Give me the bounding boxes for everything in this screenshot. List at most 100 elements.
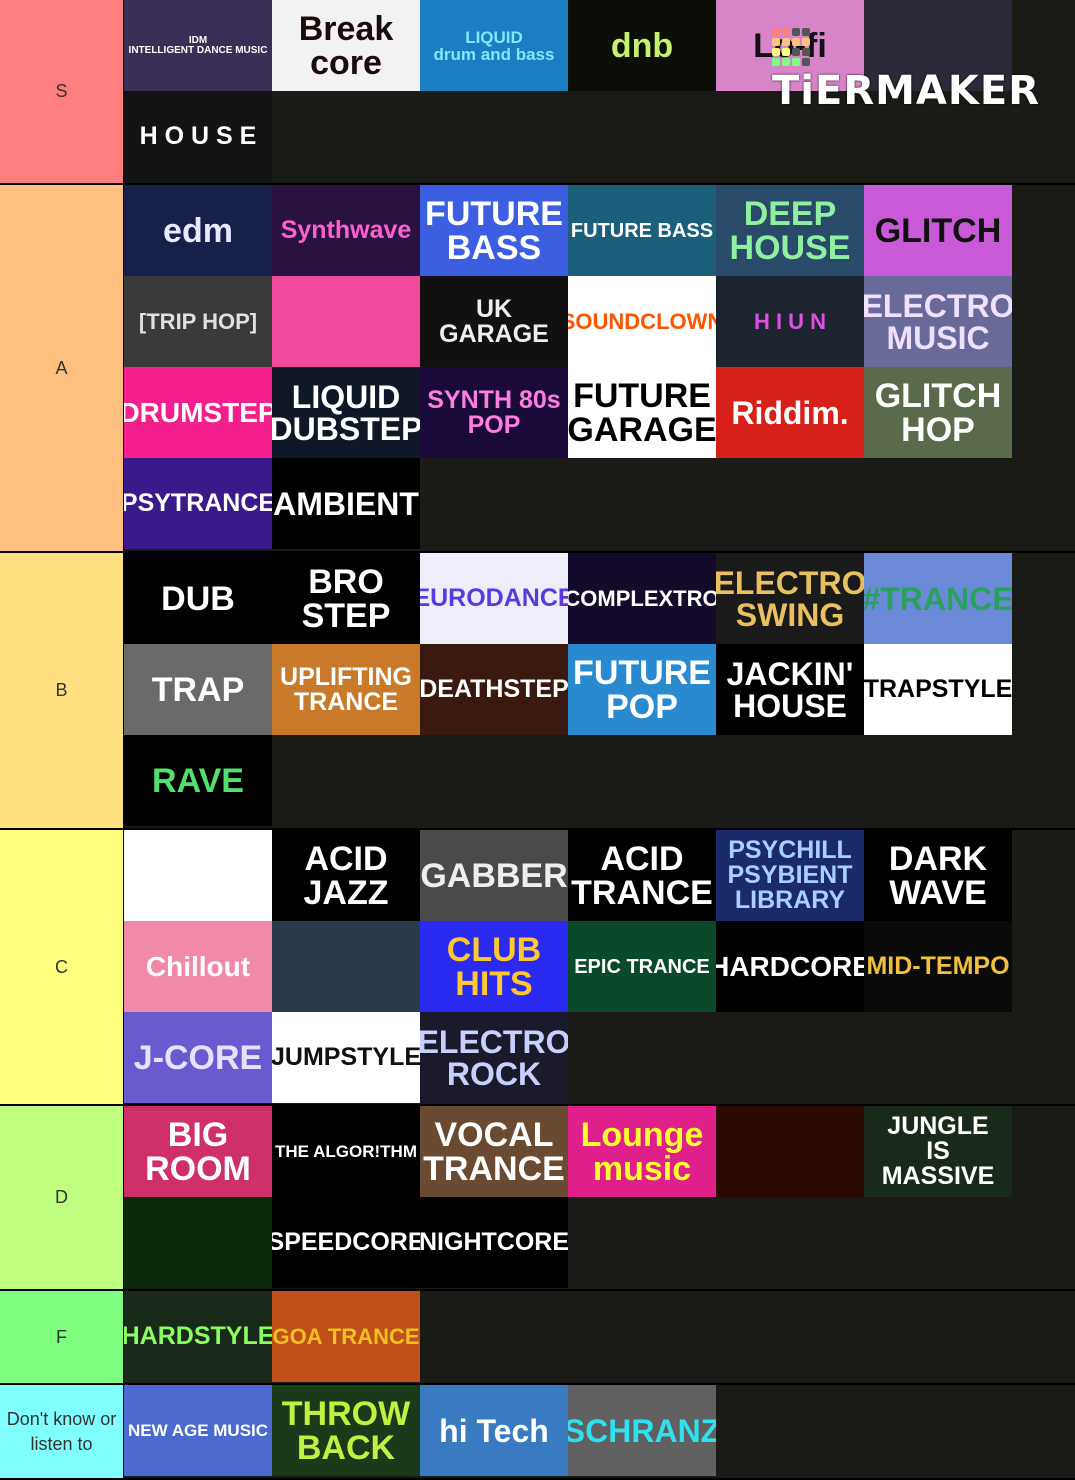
- genre-tile[interactable]: LIQUID DUBSTEP: [272, 367, 420, 458]
- tier-label[interactable]: A: [0, 185, 124, 551]
- genre-tile[interactable]: FUTURE GARAGE: [568, 367, 716, 458]
- genre-tile[interactable]: NEW AGE MUSIC: [124, 1385, 272, 1476]
- genre-tile[interactable]: MID-TEMPO: [864, 921, 1012, 1012]
- genre-tile[interactable]: DARK WAVE: [864, 830, 1012, 921]
- genre-tile[interactable]: TRAP: [124, 644, 272, 735]
- genre-tile[interactable]: AMBIENT: [272, 458, 420, 549]
- genre-tile-text: FUTURE GARAGE: [568, 376, 716, 449]
- genre-tile[interactable]: SOUNDCLOWN: [568, 276, 716, 367]
- genre-tile[interactable]: #TRANCE: [864, 553, 1012, 644]
- genre-tile[interactable]: EURODANCE: [420, 553, 568, 644]
- genre-tile[interactable]: ELECTRO ROCK: [420, 1012, 568, 1103]
- genre-tile[interactable]: [716, 1106, 864, 1197]
- genre-tile-text: LIQUID DUBSTEP: [272, 378, 420, 447]
- genre-tile[interactable]: hi Tech: [420, 1385, 568, 1476]
- genre-tile-text: GABBER: [420, 856, 568, 895]
- genre-tile[interactable]: [TRIP HOP]: [124, 276, 272, 367]
- genre-tile[interactable]: ELECTRO SWING: [716, 553, 864, 644]
- genre-tile[interactable]: [124, 830, 272, 921]
- genre-tile-text: J-CORE: [133, 1038, 263, 1077]
- genre-tile[interactable]: DUB: [124, 553, 272, 644]
- genre-tile[interactable]: ACID TRANCE: [568, 830, 716, 921]
- genre-tile[interactable]: IDM INTELLIGENT DANCE MUSIC: [124, 0, 272, 91]
- genre-tile[interactable]: ACID JAZZ: [272, 830, 420, 921]
- genre-tile[interactable]: [124, 1197, 272, 1288]
- genre-tile-text: IDM INTELLIGENT DANCE MUSIC: [128, 34, 268, 56]
- genre-tile[interactable]: SYNTH 80s POP: [420, 367, 568, 458]
- genre-tile-text: PSYTRANCE: [124, 489, 272, 517]
- tier-items: edm Synthwave FUTURE BASS FUTURE BASS DEEP H…: [124, 185, 1014, 551]
- genre-tile-text: BRO STEP: [301, 562, 391, 635]
- genre-tile[interactable]: Lounge music: [568, 1106, 716, 1197]
- genre-tile[interactable]: FUTURE BASS: [568, 185, 716, 276]
- genre-tile[interactable]: GLITCH: [864, 185, 1012, 276]
- genre-tile[interactable]: ELECTRO MUSIC: [864, 276, 1012, 367]
- genre-tile-text: SPEEDCORE: [272, 1228, 420, 1256]
- genre-tile[interactable]: RAVE: [124, 735, 272, 826]
- genre-tile-text: H I U N: [753, 308, 827, 334]
- genre-tile[interactable]: VOCAL TRANCE: [420, 1106, 568, 1197]
- tier-row: C ACID JAZZ GABBER ACID TRANCE PSYCHILL PSYB…: [0, 830, 1075, 1106]
- genre-tile-text: GOA TRANCE: [272, 1323, 420, 1349]
- genre-tile-text: Synthwave: [280, 216, 412, 244]
- genre-tile[interactable]: SCHRANZ: [568, 1385, 716, 1476]
- genre-tile[interactable]: edm: [124, 185, 272, 276]
- genre-tile[interactable]: [272, 276, 420, 367]
- genre-tile[interactable]: DEATHSTEP: [420, 644, 568, 735]
- genre-tile[interactable]: TRAPSTYLE: [864, 644, 1012, 735]
- genre-tile[interactable]: Chillout: [124, 921, 272, 1012]
- genre-tile[interactable]: H O U S E: [124, 91, 272, 182]
- genre-tile[interactable]: UPLIFTING TRANCE: [272, 644, 420, 735]
- genre-tile[interactable]: THE ALGOR!THM: [272, 1106, 420, 1197]
- genre-tile[interactable]: EPIC TRANCE: [568, 921, 716, 1012]
- genre-tile[interactable]: JUMPSTYLE: [272, 1012, 420, 1103]
- genre-tile[interactable]: Synthwave: [272, 185, 420, 276]
- genre-tile[interactable]: H I U N: [716, 276, 864, 367]
- genre-tile[interactable]: Lo-fi: [716, 0, 864, 91]
- genre-tile[interactable]: SPEEDCORE: [272, 1197, 420, 1288]
- genre-tile[interactable]: Break core: [272, 0, 420, 91]
- genre-tile[interactable]: GABBER: [420, 830, 568, 921]
- tier-label[interactable]: Don't know or listen to: [0, 1385, 124, 1478]
- genre-tile[interactable]: BRO STEP: [272, 553, 420, 644]
- genre-tile-text: ELECTRO SWING: [716, 564, 864, 633]
- genre-tile[interactable]: UK GARAGE: [420, 276, 568, 367]
- genre-tile[interactable]: COMPLEXTRO: [568, 553, 716, 644]
- genre-tile[interactable]: CLUB HITS: [420, 921, 568, 1012]
- genre-tile[interactable]: GLITCH HOP: [864, 367, 1012, 458]
- genre-tile[interactable]: NIGHTCORE: [420, 1197, 568, 1288]
- genre-tile[interactable]: LIQUID drum and bass: [420, 0, 568, 91]
- tier-label[interactable]: F: [0, 1291, 124, 1383]
- genre-tile-text: Lounge music: [580, 1115, 704, 1188]
- genre-tile[interactable]: [864, 0, 1012, 91]
- genre-tile[interactable]: dnb: [568, 0, 716, 91]
- tier-items: BIG ROOM THE ALGOR!THM VOCAL TRANCE Lounge …: [124, 1106, 1014, 1289]
- genre-tile[interactable]: J-CORE: [124, 1012, 272, 1103]
- genre-tile-text: LIQUID drum and bass: [433, 27, 555, 64]
- tier-label[interactable]: B: [0, 553, 124, 828]
- genre-tile-text: THROW BACK: [281, 1394, 411, 1467]
- tier-label[interactable]: D: [0, 1106, 124, 1289]
- tier-label[interactable]: S: [0, 0, 124, 183]
- genre-tile[interactable]: FUTURE BASS: [420, 185, 568, 276]
- genre-tile[interactable]: PSYTRANCE: [124, 458, 272, 549]
- genre-tile-text: PSYCHILL PSYBIENT LIBRARY: [727, 836, 853, 914]
- genre-tile-text: HARDCORE: [716, 950, 864, 982]
- genre-tile[interactable]: JACKIN' HOUSE: [716, 644, 864, 735]
- genre-tile[interactable]: DEEP HOUSE: [716, 185, 864, 276]
- tier-label[interactable]: C: [0, 830, 124, 1104]
- genre-tile[interactable]: Riddim.: [716, 367, 864, 458]
- genre-tile[interactable]: DRUMSTEP: [124, 367, 272, 458]
- genre-tile[interactable]: HARDCORE: [716, 921, 864, 1012]
- genre-tile[interactable]: THROW BACK: [272, 1385, 420, 1476]
- genre-tile[interactable]: GOA TRANCE: [272, 1291, 420, 1382]
- tier-items: IDM INTELLIGENT DANCE MUSIC Break core LIQ…: [124, 0, 1014, 183]
- genre-tile[interactable]: HARDSTYLE: [124, 1291, 272, 1382]
- genre-tile[interactable]: BIG ROOM: [124, 1106, 272, 1197]
- genre-tile[interactable]: JUNGLE IS MASSIVE: [864, 1106, 1012, 1197]
- genre-tile[interactable]: PSYCHILL PSYBIENT LIBRARY: [716, 830, 864, 921]
- tier-row: F HARDSTYLE GOA TRANCE: [0, 1291, 1075, 1385]
- genre-tile[interactable]: FUTURE POP: [568, 644, 716, 735]
- genre-tile-text: SCHRANZ: [568, 1412, 716, 1449]
- genre-tile[interactable]: [272, 921, 420, 1012]
